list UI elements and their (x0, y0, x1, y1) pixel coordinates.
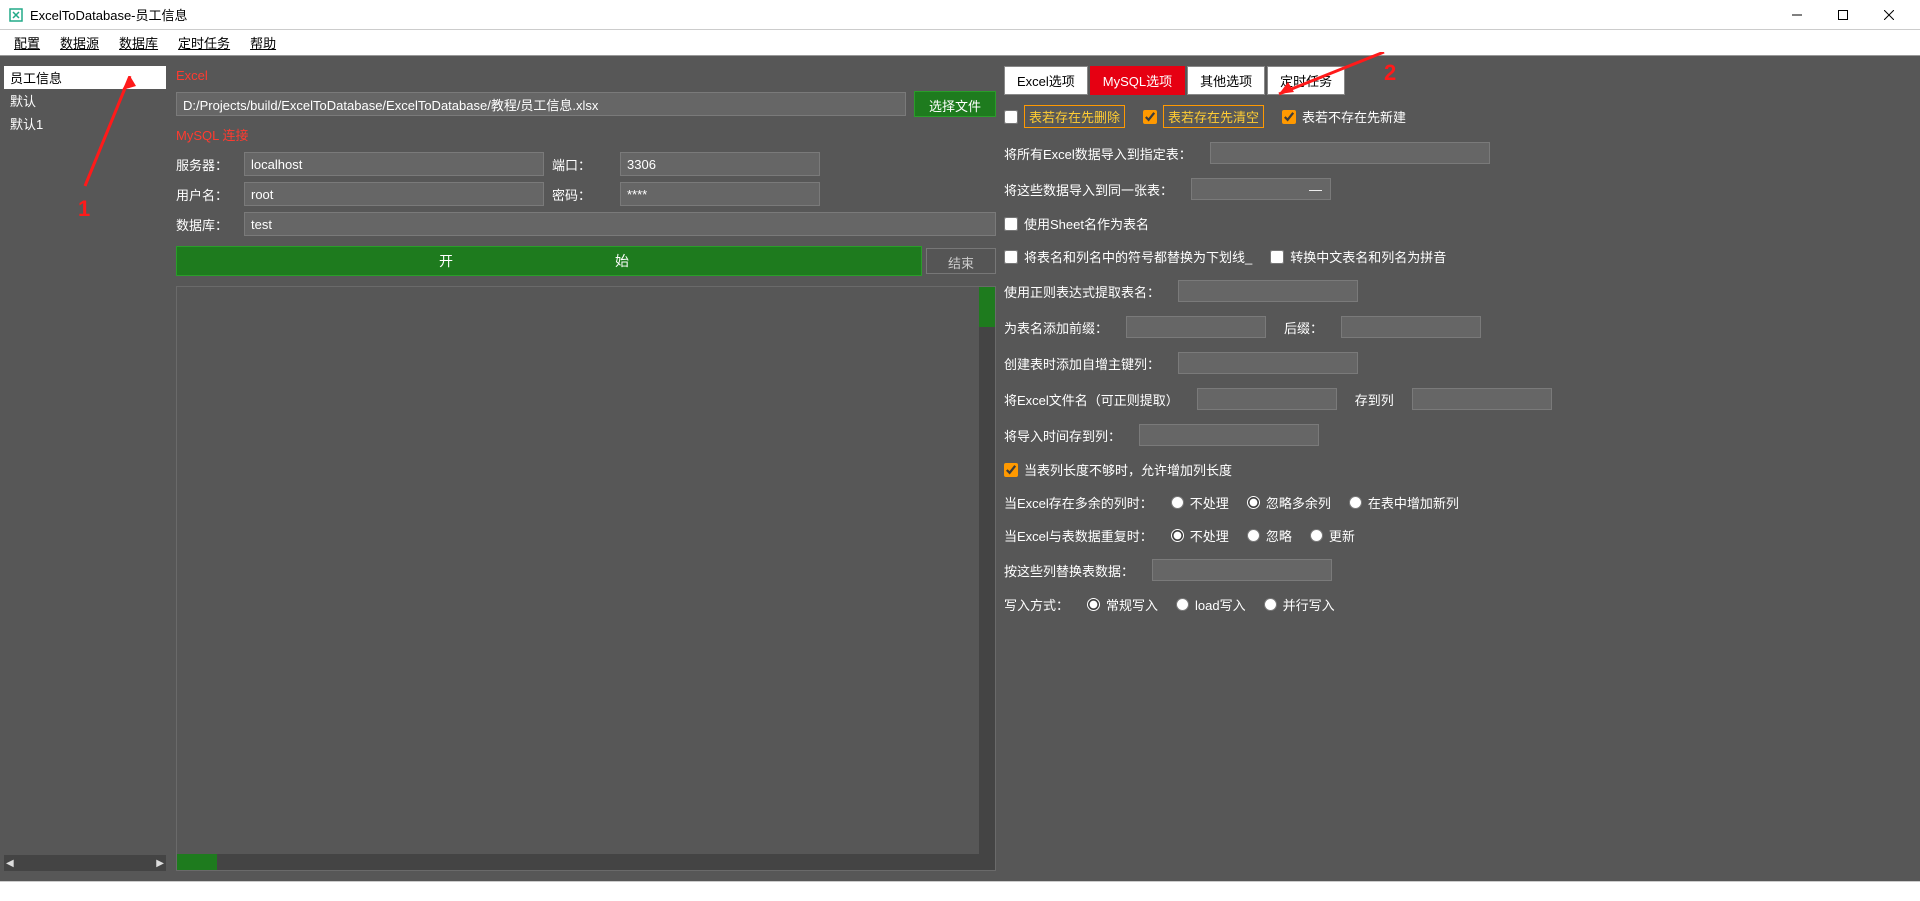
cb-replace-symbols[interactable] (1004, 250, 1018, 264)
lbl-save-to-col: 存到列 (1355, 390, 1394, 409)
menu-help[interactable]: 帮助 (242, 31, 284, 54)
cb-allow-widen[interactable] (1004, 463, 1018, 477)
db-label: 数据库： (176, 215, 236, 234)
lbl-replace-symbols: 将表名和列名中的符号都替换为下划线_ (1024, 247, 1252, 266)
port-label: 端口： (552, 155, 612, 174)
db-input[interactable] (244, 212, 996, 236)
start-button[interactable]: 开 始 (176, 246, 922, 276)
lbl-regex-extract: 使用正则表达式提取表名： (1004, 282, 1160, 301)
rg-dup: 不处理 忽略 更新 (1171, 526, 1355, 545)
lbl-create-if-absent: 表若不存在先新建 (1302, 107, 1406, 126)
tab-other[interactable]: 其他选项 (1187, 66, 1265, 95)
lbl-filename-col: 将Excel文件名（可正则提取） (1004, 390, 1179, 409)
input-suffix[interactable] (1341, 316, 1481, 338)
radio-wm-0[interactable] (1087, 598, 1100, 611)
radio-dup-2[interactable] (1310, 529, 1323, 542)
mysql-section-label: MySQL 连接 (176, 123, 996, 146)
tab-excel[interactable]: Excel选项 (1004, 66, 1088, 95)
radio-dup-0[interactable] (1171, 529, 1184, 542)
sidebar-item-0[interactable]: 员工信息 (4, 66, 166, 89)
radio-extra-2[interactable] (1349, 496, 1362, 509)
lbl-sheet-as-table: 使用Sheet名作为表名 (1024, 214, 1149, 233)
app-icon (8, 7, 24, 23)
radio-extra-1[interactable] (1247, 496, 1260, 509)
input-replace-by-cols[interactable] (1152, 559, 1332, 581)
lbl-dup: 当Excel与表数据重复时： (1004, 526, 1153, 545)
lbl-suffix: 后缀： (1284, 318, 1323, 337)
left-panel: Excel 选择文件 MySQL 连接 服务器： 端口： 用户名： 密码： 数据… (176, 66, 996, 871)
maximize-button[interactable] (1820, 0, 1866, 30)
minimize-button[interactable] (1774, 0, 1820, 30)
tab-schedule[interactable]: 定时任务 (1267, 66, 1345, 95)
server-input[interactable] (244, 152, 544, 176)
input-regex-extract[interactable] (1178, 280, 1358, 302)
tabs: Excel选项 MySQL选项 其他选项 定时任务 (1004, 66, 1914, 95)
excel-section-label: Excel (176, 66, 996, 85)
sidebar-item-2[interactable]: 默认1 (4, 112, 166, 135)
cb-sheet-as-table[interactable] (1004, 217, 1018, 231)
window-title: ExcelToDatabase-员工信息 (30, 5, 1774, 24)
stop-button[interactable]: 结束 (926, 248, 996, 274)
port-input[interactable] (620, 152, 820, 176)
sidebar-item-1[interactable]: 默认 (4, 89, 166, 112)
options-panel: 表若存在先删除 表若存在先清空 表若不存在先新建 将所有Excel数据导入到指定… (1004, 101, 1914, 614)
content: Excel 选择文件 MySQL 连接 服务器： 端口： 用户名： 密码： 数据… (170, 56, 1920, 881)
user-input[interactable] (244, 182, 544, 206)
lbl-autoinc: 创建表时添加自增主键列： (1004, 354, 1160, 373)
cb-drop-first[interactable] (1004, 110, 1018, 124)
log-vscrollbar[interactable] (979, 287, 995, 870)
main-area: 员工信息 默认 默认1 ◀▶ 1 Excel 选择文件 MySQL 连接 服务器… (0, 56, 1920, 881)
lbl-drop-first: 表若存在先删除 (1024, 105, 1125, 128)
input-import-time-col[interactable] (1139, 424, 1319, 446)
close-button[interactable] (1866, 0, 1912, 30)
menu-datasource[interactable]: 数据源 (52, 31, 107, 54)
log-area (176, 286, 996, 871)
lbl-truncate-first: 表若存在先清空 (1163, 105, 1264, 128)
right-panel: Excel选项 MySQL选项 其他选项 定时任务 2 表若存在先删除 表若存在… (1004, 66, 1914, 871)
menu-schedule[interactable]: 定时任务 (170, 31, 238, 54)
lbl-import-time-col: 将导入时间存到列： (1004, 426, 1121, 445)
radio-dup-1[interactable] (1247, 529, 1260, 542)
select-file-button[interactable]: 选择文件 (914, 91, 996, 117)
sidebar: 员工信息 默认 默认1 ◀▶ 1 (0, 56, 170, 881)
lbl-prefix: 为表名添加前缀： (1004, 318, 1108, 337)
cb-convert-pinyin[interactable] (1270, 250, 1284, 264)
excel-path-input[interactable] (176, 92, 906, 116)
radio-extra-0[interactable] (1171, 496, 1184, 509)
input-prefix[interactable] (1126, 316, 1266, 338)
lbl-extra-cols: 当Excel存在多余的列时： (1004, 493, 1153, 512)
lbl-convert-pinyin: 转换中文表名和列名为拼音 (1290, 247, 1446, 266)
menubar: 配置 数据源 数据库 定时任务 帮助 (0, 30, 1920, 56)
lbl-import-same: 将这些数据导入到同一张表： (1004, 180, 1173, 199)
tab-mysql[interactable]: MySQL选项 (1090, 66, 1185, 95)
lbl-replace-by-cols: 按这些列替换表数据： (1004, 561, 1134, 580)
sidebar-scrollbar[interactable]: ◀▶ (4, 855, 166, 871)
cb-create-if-absent[interactable] (1282, 110, 1296, 124)
log-hscrollbar[interactable] (177, 854, 979, 870)
password-label: 密码： (552, 185, 612, 204)
input-filename-regex[interactable] (1197, 388, 1337, 410)
cb-truncate-first[interactable] (1143, 110, 1157, 124)
input-import-all[interactable] (1210, 142, 1490, 164)
server-label: 服务器： (176, 155, 236, 174)
lbl-import-all: 将所有Excel数据导入到指定表： (1004, 144, 1192, 163)
rg-extra-cols: 不处理 忽略多余列 在表中增加新列 (1171, 493, 1459, 512)
lbl-write-mode: 写入方式： (1004, 595, 1069, 614)
sidebar-list: 员工信息 默认 默认1 (4, 66, 166, 847)
input-filename-col[interactable] (1412, 388, 1552, 410)
radio-wm-1[interactable] (1176, 598, 1189, 611)
btn-same-table[interactable]: — (1191, 178, 1331, 200)
input-autoinc[interactable] (1178, 352, 1358, 374)
footer (0, 881, 1920, 901)
radio-wm-2[interactable] (1264, 598, 1277, 611)
menu-database[interactable]: 数据库 (111, 31, 166, 54)
rg-write-mode: 常规写入 load写入 并行写入 (1087, 595, 1335, 614)
menu-config[interactable]: 配置 (6, 31, 48, 54)
password-input[interactable] (620, 182, 820, 206)
user-label: 用户名： (176, 185, 236, 204)
lbl-allow-widen: 当表列长度不够时，允许增加列长度 (1024, 460, 1232, 479)
titlebar: ExcelToDatabase-员工信息 (0, 0, 1920, 30)
